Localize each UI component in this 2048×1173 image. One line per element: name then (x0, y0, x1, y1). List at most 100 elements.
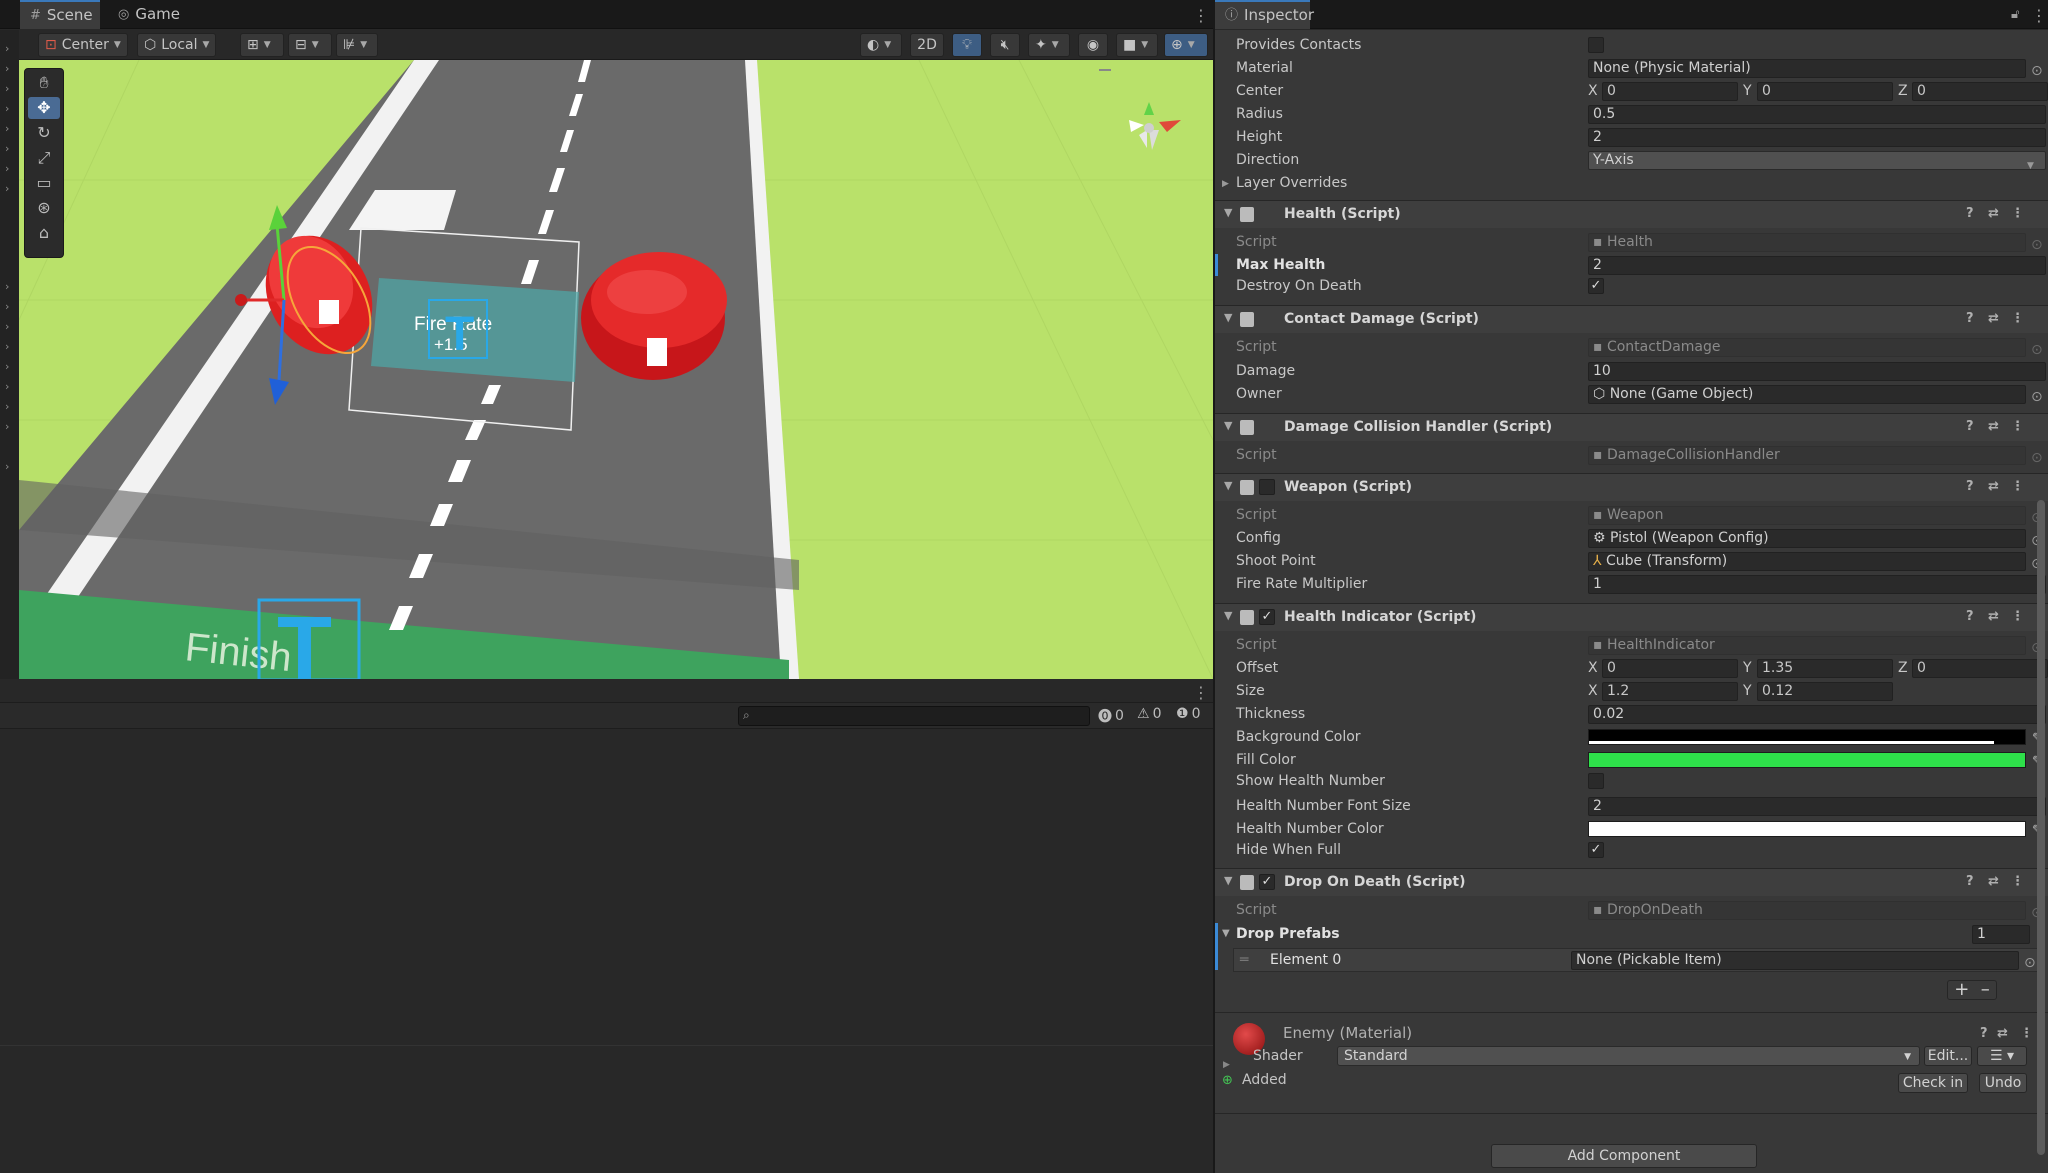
custom-tool-icon[interactable]: ⌂ (28, 222, 60, 244)
rotate-tool-icon[interactable]: ↻ (28, 122, 60, 144)
chevron-right-icon[interactable]: › (5, 460, 9, 473)
health-indicator-component-header[interactable]: ▼ ✓ Health Indicator (Script) ? ⇄ ⋮ (1215, 603, 2048, 631)
fire-rate-multiplier-field[interactable]: 1 (1588, 575, 2046, 594)
component-menu-icon[interactable]: ⋮ (2011, 419, 2024, 434)
drop-prefabs-foldout[interactable]: ▼ Drop Prefabs 1 (1222, 923, 2030, 945)
inspector-scrollbar[interactable] (2037, 500, 2045, 1155)
chevron-right-icon[interactable]: › (5, 42, 9, 55)
preset-icon[interactable]: ⇄ (1997, 1026, 2008, 1041)
owner-field[interactable]: ⬡ None (Game Object) (1588, 385, 2026, 404)
background-color-swatch[interactable] (1588, 729, 2026, 745)
contact-damage-component-header[interactable]: ▼ Contact Damage (Script) ? ⇄ ⋮ (1215, 305, 2048, 333)
hand-tool-icon[interactable]: ✋︎ (28, 72, 60, 94)
check-in-button[interactable]: Check in (1898, 1073, 1968, 1093)
add-component-button[interactable]: Add Component (1491, 1144, 1757, 1168)
shoot-point-field[interactable]: ⅄ Cube (Transform) (1588, 552, 2026, 571)
help-icon[interactable]: ? (1966, 609, 1974, 624)
shader-options-dropdown[interactable]: ☰ ▾ (1977, 1046, 2027, 1066)
help-icon[interactable]: ? (1966, 419, 1974, 434)
grid-snap-button[interactable]: ⊞ ▼ (240, 33, 284, 57)
transform-tool-icon[interactable]: ⊛ (28, 197, 60, 219)
draw-mode-dropdown[interactable]: ◐ ▼ (860, 33, 902, 57)
chevron-right-icon[interactable]: › (5, 360, 9, 373)
increment-snap-button[interactable]: ⊟ ▼ (288, 33, 332, 57)
drop-prefabs-count[interactable]: 1 (1972, 925, 2030, 944)
drag-handle-icon[interactable]: ═ (1240, 949, 1248, 971)
thickness-field[interactable]: 0.02 (1588, 705, 2046, 724)
message-count-toggle[interactable]: ❶0 (1176, 706, 1200, 722)
audio-toggle[interactable]: 🔇︎ (990, 33, 1020, 57)
chevron-right-icon[interactable]: › (5, 102, 9, 115)
weapon-enabled-checkbox[interactable] (1259, 479, 1275, 495)
help-icon[interactable]: ? (1966, 479, 1974, 494)
console-search-input[interactable]: ⌕ (738, 706, 1090, 726)
chevron-right-icon[interactable]: › (5, 122, 9, 135)
preset-icon[interactable]: ⇄ (1988, 206, 1999, 221)
chevron-right-icon[interactable]: › (5, 280, 9, 293)
tab-scene[interactable]: # Scene (20, 0, 100, 29)
2d-toggle[interactable]: 2D (910, 33, 944, 57)
gizmos-dropdown[interactable]: ⊕ ▼ (1164, 33, 1208, 57)
shader-edit-button[interactable]: Edit... (1924, 1046, 1972, 1066)
scene-menu-icon[interactable]: ⋮ (1193, 6, 1209, 25)
chevron-right-icon[interactable]: › (5, 400, 9, 413)
add-element-button[interactable]: + (1954, 979, 1969, 1000)
chevron-right-icon[interactable]: ▶ (1223, 1060, 1230, 1070)
number-color-swatch[interactable] (1588, 821, 2026, 837)
material-field[interactable]: None (Physic Material) (1588, 59, 2026, 78)
component-menu-icon[interactable]: ⋮ (2011, 874, 2024, 889)
remove-element-button[interactable]: – (1981, 979, 1990, 1000)
space-dropdown[interactable]: ⬡ Local ▼ (137, 33, 217, 57)
visibility-toggle[interactable]: ◉ (1078, 33, 1108, 57)
chevron-right-icon[interactable]: › (5, 320, 9, 333)
object-picker-icon[interactable]: ⊙ (2024, 952, 2036, 974)
lock-icon[interactable]: 🔓︎ (2011, 7, 2020, 22)
height-field[interactable]: 2 (1588, 128, 2046, 147)
fill-color-swatch[interactable] (1588, 752, 2026, 768)
camera-dropdown[interactable]: ■ ▼ (1116, 33, 1158, 57)
preset-icon[interactable]: ⇄ (1988, 609, 1999, 624)
lighting-toggle[interactable]: 💡︎ (952, 33, 982, 57)
layer-overrides-foldout[interactable]: ▶ Layer Overrides (1222, 172, 2022, 194)
radius-field[interactable]: 0.5 (1588, 105, 2046, 124)
component-menu-icon[interactable]: ⋮ (2011, 206, 2024, 221)
component-menu-icon[interactable]: ⋮ (2011, 479, 2024, 494)
chevron-right-icon[interactable]: › (5, 300, 9, 313)
health-component-header[interactable]: ▼ Health (Script) ? ⇄ ⋮ (1215, 200, 2048, 228)
component-menu-icon[interactable]: ⋮ (2020, 1026, 2033, 1041)
help-icon[interactable]: ? (1966, 206, 1974, 221)
chevron-right-icon[interactable]: › (5, 420, 9, 433)
console-log-area[interactable] (0, 729, 1213, 1173)
chevron-right-icon[interactable]: › (5, 142, 9, 155)
tab-game[interactable]: ◎ Game (108, 0, 188, 29)
health-indicator-enabled-checkbox[interactable]: ✓ (1259, 609, 1275, 625)
help-icon[interactable]: ? (1980, 1026, 1988, 1041)
show-health-number-checkbox[interactable] (1588, 773, 1604, 789)
scale-tool-icon[interactable]: ⤢ (28, 147, 60, 169)
warning-count-toggle[interactable]: ⚠︎ 0 (1137, 706, 1161, 722)
console-split-divider[interactable] (0, 1045, 1213, 1046)
config-field[interactable]: ⚙ Pistol (Weapon Config) (1588, 529, 2026, 548)
object-picker-icon[interactable]: ⊙ (2031, 60, 2043, 82)
hide-when-full-checkbox[interactable]: ✓ (1588, 842, 1604, 858)
preset-icon[interactable]: ⇄ (1988, 419, 1999, 434)
component-menu-icon[interactable]: ⋮ (2011, 311, 2024, 326)
scene-view[interactable]: Fire Rate +1.5 T Finish T (19, 60, 1213, 679)
tab-inspector[interactable]: ⓘ Inspector (1215, 0, 1314, 29)
font-size-field[interactable]: 2 (1588, 797, 2046, 816)
chevron-right-icon[interactable]: › (5, 182, 9, 195)
error-count-toggle[interactable]: ⓿0 (1098, 706, 1124, 726)
help-icon[interactable]: ? (1966, 311, 1974, 326)
element-0-field[interactable]: None (Pickable Item) (1571, 951, 2019, 970)
effects-dropdown[interactable]: ✦ ▼ (1028, 33, 1070, 57)
chevron-right-icon[interactable]: › (5, 62, 9, 75)
weapon-component-header[interactable]: ▼ Weapon (Script) ? ⇄ ⋮ (1215, 473, 2048, 501)
damage-field[interactable]: 10 (1588, 362, 2046, 381)
shader-dropdown[interactable]: Standard ▼ (1337, 1046, 1920, 1066)
pivot-dropdown[interactable]: ⊡ Center ▼ (38, 33, 128, 57)
preset-icon[interactable]: ⇄ (1988, 311, 1999, 326)
component-menu-icon[interactable]: ⋮ (2011, 609, 2024, 624)
undo-button[interactable]: Undo (1979, 1073, 2027, 1093)
max-health-field[interactable]: 2 (1588, 256, 2046, 275)
preset-icon[interactable]: ⇄ (1988, 874, 1999, 889)
